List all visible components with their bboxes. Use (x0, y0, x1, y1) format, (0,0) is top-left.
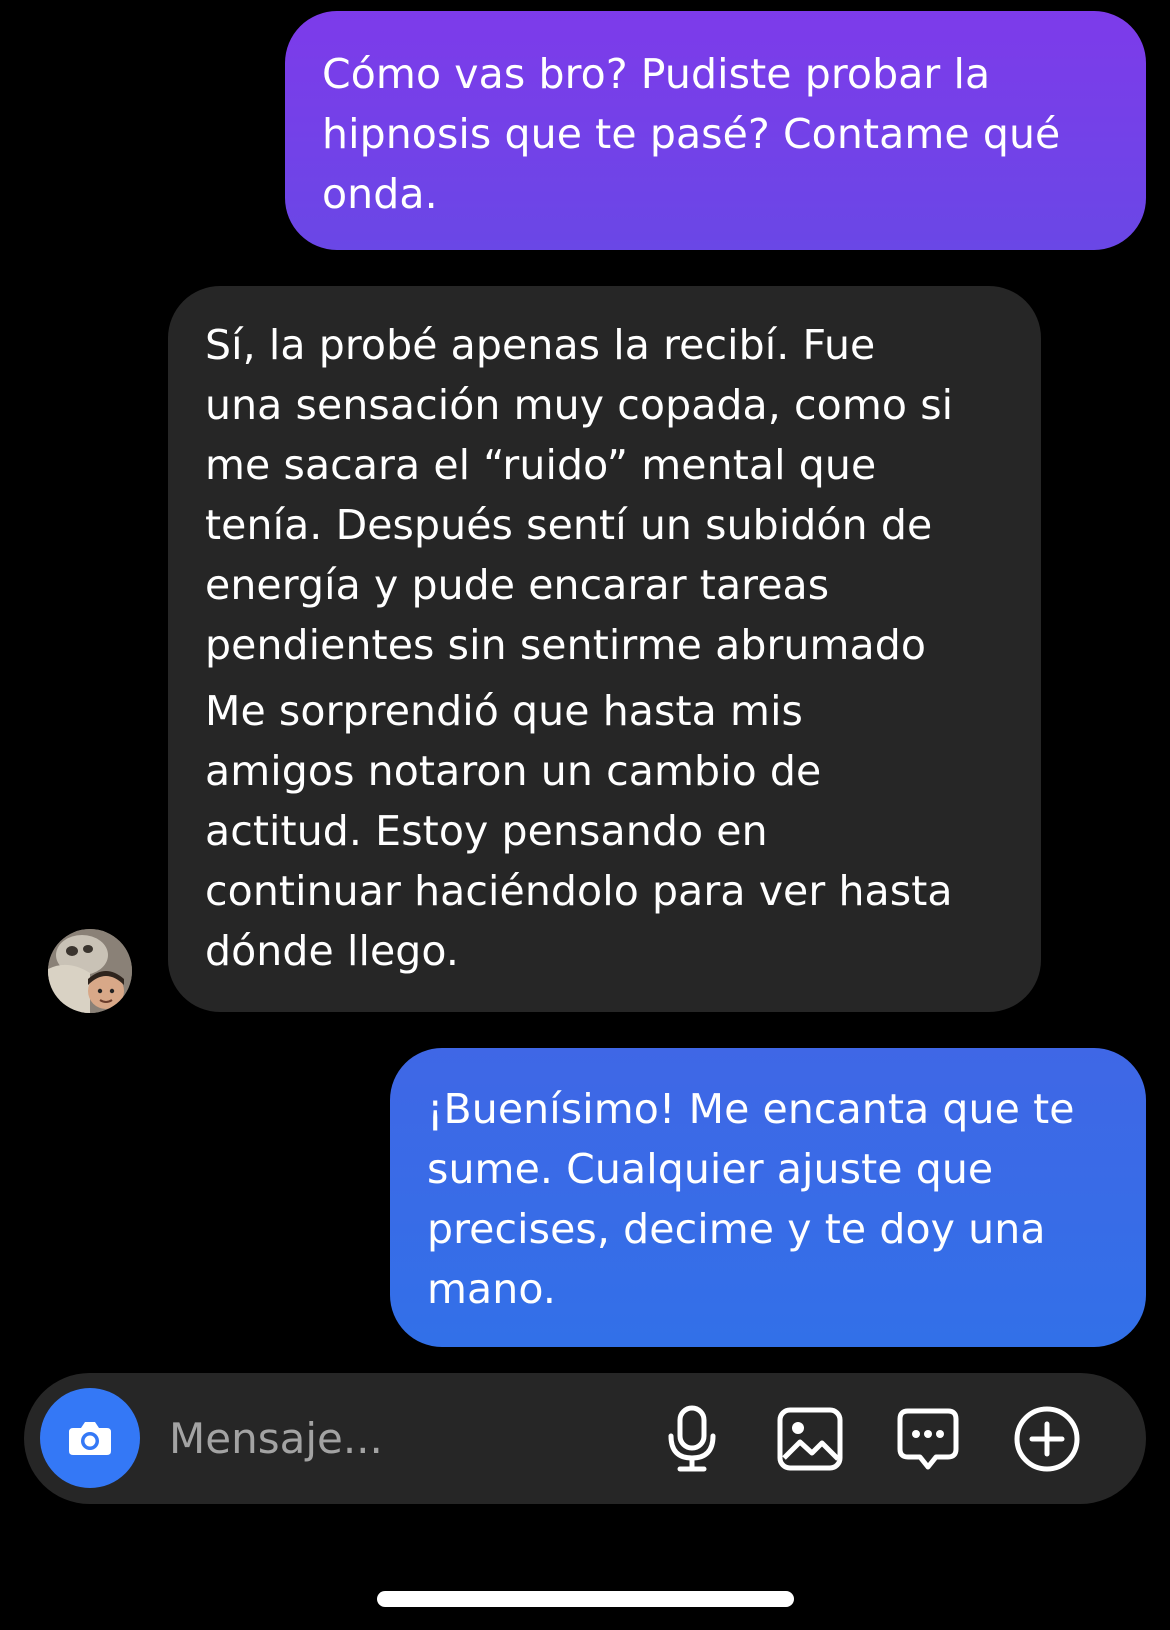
gallery-icon (777, 1407, 843, 1471)
sender-avatar[interactable] (48, 929, 132, 1013)
add-icon (1014, 1406, 1080, 1472)
message-text-line: energía y pude encarar tareas (205, 561, 830, 609)
message-text-line: hipnosis que te pasé? Contame qué (322, 110, 1061, 158)
message-text-line: mano. (427, 1265, 556, 1313)
message-text-line: amigos notaron un cambio de (205, 747, 822, 795)
message-paragraph: Sí, la probé apenas la recibí. Fue una s… (205, 315, 1041, 675)
message-text-line: continuar haciéndolo para ver hasta (205, 867, 953, 915)
message-text-line: pendientes sin sentirme abrumado (205, 621, 927, 669)
message-text-line: onda. (322, 170, 438, 218)
sticker-button[interactable] (892, 1403, 964, 1475)
message-text-line: tenía. Después sentí un subidón de (205, 501, 933, 549)
message-text-line: sume. Cualquier ajuste que (427, 1145, 994, 1193)
incoming-message-bubble[interactable]: Sí, la probé apenas la recibí. Fue una s… (168, 286, 1041, 1012)
voice-message-button[interactable] (656, 1403, 728, 1475)
message-paragraph: Me sorprendió que hasta mis amigos notar… (205, 681, 1041, 981)
microphone-icon (668, 1405, 716, 1472)
gallery-button[interactable] (774, 1403, 846, 1475)
home-indicator[interactable] (377, 1591, 794, 1607)
message-text-line: una sensación muy copada, como si (205, 381, 954, 429)
sticker-icon (897, 1408, 959, 1470)
message-text-line: dónde llego. (205, 927, 460, 975)
message-composer (24, 1373, 1146, 1504)
add-button[interactable] (1011, 1403, 1083, 1475)
message-text-line: Me sorprendió que hasta mis (205, 687, 804, 735)
outgoing-message-bubble[interactable]: ¡Buenísimo! Me encanta que te sume. Cual… (390, 1048, 1146, 1347)
avatar-photo (48, 929, 132, 1013)
camera-icon (69, 1422, 111, 1455)
outgoing-message-bubble[interactable]: Cómo vas bro? Pudiste probar la hipnosis… (285, 11, 1146, 250)
message-input[interactable] (169, 1406, 629, 1470)
message-text-line: ¡Buenísimo! Me encanta que te (427, 1085, 1075, 1133)
message-text-line: actitud. Estoy pensando en (205, 807, 768, 855)
message-text-line: precises, decime y te doy una (427, 1205, 1046, 1253)
message-text-line: Sí, la probé apenas la recibí. Fue (205, 321, 876, 369)
camera-button[interactable] (40, 1388, 140, 1488)
message-text-line: Cómo vas bro? Pudiste probar la (322, 50, 991, 98)
message-text-line: me sacara el “ruido” mental que (205, 441, 877, 489)
